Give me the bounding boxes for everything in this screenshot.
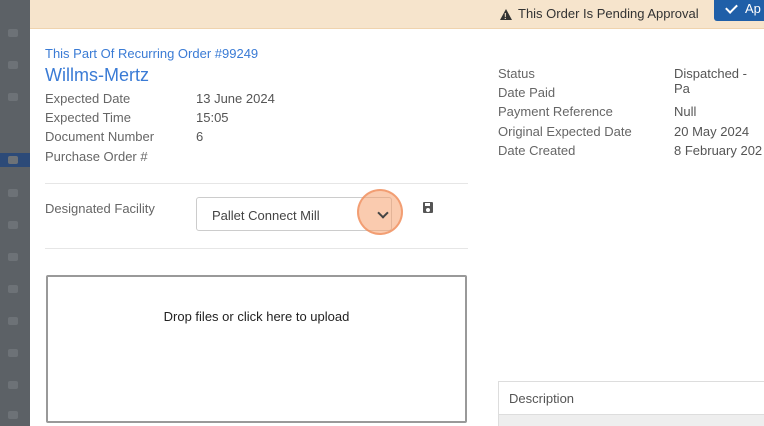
date-created-label: Date Created: [498, 143, 576, 158]
document-number-value: 6: [196, 129, 204, 144]
date-created-value: 8 February 202: [674, 143, 763, 158]
approve-button-label: Ap: [745, 1, 761, 16]
purchase-order-label: Purchase Order #: [45, 149, 148, 164]
menu-icon: [8, 61, 18, 69]
menu-icon: [8, 156, 18, 164]
sidebar-item[interactable]: [0, 250, 30, 264]
menu-icon: [8, 411, 18, 419]
menu-icon: [8, 349, 18, 357]
expected-time-label: Expected Time: [45, 110, 131, 125]
customer-name-link[interactable]: Willms-Mertz: [45, 65, 149, 86]
sidebar-item[interactable]: [0, 346, 30, 360]
designated-facility-label: Designated Facility: [45, 201, 155, 216]
status-value: Dispatched - Pa: [674, 66, 747, 96]
warning-icon: [500, 8, 512, 24]
menu-icon: [8, 221, 18, 229]
pending-approval-text: This Order Is Pending Approval: [518, 6, 699, 21]
sidebar-item[interactable]: [0, 186, 30, 200]
sidebar-item[interactable]: [0, 58, 30, 72]
menu-icon: [8, 29, 18, 37]
menu-icon: [8, 93, 18, 101]
sidebar-item[interactable]: [0, 282, 30, 296]
menu-icon: [8, 189, 18, 197]
order-modal: This Order Is Pending Approval Ap This P…: [30, 0, 764, 426]
approve-button[interactable]: Ap: [714, 0, 764, 21]
divider: [45, 248, 468, 249]
sidebar-item[interactable]: [0, 26, 30, 40]
document-number-label: Document Number: [45, 129, 155, 144]
status-label: Status: [498, 66, 535, 81]
sidebar-item[interactable]: [0, 378, 30, 392]
menu-icon: [8, 317, 18, 325]
expected-time-value: 15:05: [196, 110, 229, 125]
save-icon[interactable]: [423, 202, 433, 213]
sidebar-item-active[interactable]: [0, 153, 30, 167]
menu-icon: [8, 381, 18, 389]
payment-reference-value: Null: [674, 104, 697, 119]
menu-icon: [8, 253, 18, 261]
file-dropzone[interactable]: Drop files or click here to upload: [46, 275, 467, 423]
sidebar-item[interactable]: [0, 314, 30, 328]
original-expected-date-value: 20 May 2024: [674, 124, 750, 139]
table-row: [498, 415, 764, 426]
sidebar: [0, 0, 30, 426]
sidebar-item[interactable]: [0, 218, 30, 232]
menu-icon: [8, 285, 18, 293]
dropzone-text: Drop files or click here to upload: [163, 309, 350, 324]
recurring-order-link[interactable]: This Part Of Recurring Order #99249: [45, 46, 258, 61]
expected-date-label: Expected Date: [45, 91, 131, 106]
original-expected-date-label: Original Expected Date: [498, 124, 632, 139]
check-icon: [725, 0, 738, 14]
sidebar-item[interactable]: [0, 408, 30, 422]
expected-date-value: 13 June 2024: [196, 91, 275, 106]
sidebar-item[interactable]: [0, 90, 30, 104]
divider: [45, 183, 468, 184]
description-column-header: Description: [498, 381, 764, 415]
date-paid-label: Date Paid: [498, 85, 556, 100]
pending-approval-banner: This Order Is Pending Approval Ap: [30, 0, 764, 29]
pending-approval-notice: This Order Is Pending Approval: [500, 0, 699, 28]
payment-reference-label: Payment Reference: [498, 104, 613, 119]
facility-selected-value: Pallet Connect Mill: [212, 208, 320, 223]
